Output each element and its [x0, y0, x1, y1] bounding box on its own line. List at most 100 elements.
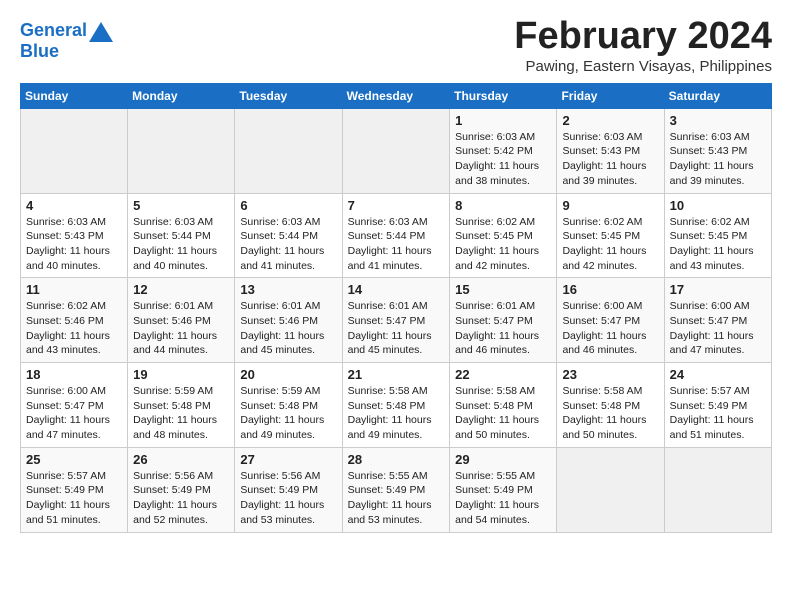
day-number: 19	[133, 367, 229, 382]
day-info: Sunrise: 5:56 AM Sunset: 5:49 PM Dayligh…	[133, 469, 229, 528]
header: General Blue February 2024 Pawing, Easte…	[20, 16, 772, 75]
calendar-cell	[664, 447, 771, 532]
calendar-cell: 24Sunrise: 5:57 AM Sunset: 5:49 PM Dayli…	[664, 363, 771, 448]
day-info: Sunrise: 6:02 AM Sunset: 5:46 PM Dayligh…	[26, 299, 122, 358]
month-title: February 2024	[514, 16, 772, 58]
calendar-cell: 8 Sunrise: 6:02 AM Sunset: 5:45 PM Daylig…	[450, 193, 557, 278]
day-info: Sunrise: 5:56 AM Sunset: 5:49 PM Dayligh…	[240, 469, 336, 528]
calendar-cell: 15 Sunrise: 6:01 AM Sunset: 5:47 PM Dayli…	[450, 278, 557, 363]
day-number: 18	[26, 367, 122, 382]
calendar-cell	[557, 447, 664, 532]
calendar-cell	[342, 108, 450, 193]
day-number: 12	[133, 282, 229, 297]
day-number: 9	[562, 198, 658, 213]
weekday-header-saturday: Saturday	[664, 83, 771, 108]
day-info: Sunrise: 6:03 AM Sunset: 5:44 PM Dayligh…	[348, 215, 445, 274]
day-number: 26	[133, 452, 229, 467]
day-info: Sunrise: 5:58 AM Sunset: 5:48 PM Dayligh…	[562, 384, 658, 443]
calendar-cell: 4 Sunrise: 6:03 AM Sunset: 5:43 PM Daylig…	[21, 193, 128, 278]
calendar-cell	[128, 108, 235, 193]
calendar-cell: 25Sunrise: 5:57 AM Sunset: 5:49 PM Dayli…	[21, 447, 128, 532]
weekday-header-wednesday: Wednesday	[342, 83, 450, 108]
day-info: Sunrise: 6:00 AM Sunset: 5:47 PM Dayligh…	[562, 299, 658, 358]
weekday-header-sunday: Sunday	[21, 83, 128, 108]
day-info: Sunrise: 6:03 AM Sunset: 5:44 PM Dayligh…	[133, 215, 229, 274]
calendar-cell: 16 Sunrise: 6:00 AM Sunset: 5:47 PM Dayli…	[557, 278, 664, 363]
day-info: Sunrise: 6:01 AM Sunset: 5:46 PM Dayligh…	[133, 299, 229, 358]
day-number: 2	[562, 113, 658, 128]
calendar-week-5: 25Sunrise: 5:57 AM Sunset: 5:49 PM Dayli…	[21, 447, 772, 532]
day-number: 11	[26, 282, 122, 297]
calendar-week-1: 1 Sunrise: 6:03 AM Sunset: 5:42 PM Daylig…	[21, 108, 772, 193]
calendar-cell: 5 Sunrise: 6:03 AM Sunset: 5:44 PM Daylig…	[128, 193, 235, 278]
day-number: 4	[26, 198, 122, 213]
calendar-cell: 6 Sunrise: 6:03 AM Sunset: 5:44 PM Daylig…	[235, 193, 342, 278]
day-number: 6	[240, 198, 336, 213]
day-number: 3	[670, 113, 766, 128]
calendar-cell: 28 Sunrise: 5:55 AM Sunset: 5:49 PM Dayli…	[342, 447, 450, 532]
day-info: Sunrise: 6:03 AM Sunset: 5:43 PM Dayligh…	[562, 130, 658, 189]
day-number: 10	[670, 198, 766, 213]
day-number: 14	[348, 282, 445, 297]
day-info: Sunrise: 6:01 AM Sunset: 5:46 PM Dayligh…	[240, 299, 336, 358]
calendar-cell: 27 Sunrise: 5:56 AM Sunset: 5:49 PM Dayli…	[235, 447, 342, 532]
day-number: 16	[562, 282, 658, 297]
calendar-cell	[235, 108, 342, 193]
day-info: Sunrise: 6:02 AM Sunset: 5:45 PM Dayligh…	[455, 215, 551, 274]
day-info: Sunrise: 6:03 AM Sunset: 5:42 PM Dayligh…	[455, 130, 551, 189]
calendar-table: SundayMondayTuesdayWednesdayThursdayFrid…	[20, 83, 772, 533]
calendar-cell: 21Sunrise: 5:58 AM Sunset: 5:48 PM Dayli…	[342, 363, 450, 448]
weekday-header-friday: Friday	[557, 83, 664, 108]
calendar-cell: 7Sunrise: 6:03 AM Sunset: 5:44 PM Daylig…	[342, 193, 450, 278]
day-number: 8	[455, 198, 551, 213]
calendar-cell: 29 Sunrise: 5:55 AM Sunset: 5:49 PM Dayli…	[450, 447, 557, 532]
day-info: Sunrise: 6:00 AM Sunset: 5:47 PM Dayligh…	[26, 384, 122, 443]
calendar-cell: 13 Sunrise: 6:01 AM Sunset: 5:46 PM Dayli…	[235, 278, 342, 363]
location-subtitle: Pawing, Eastern Visayas, Philippines	[514, 58, 772, 75]
day-info: Sunrise: 6:01 AM Sunset: 5:47 PM Dayligh…	[455, 299, 551, 358]
calendar-cell	[21, 108, 128, 193]
calendar-cell: 11 Sunrise: 6:02 AM Sunset: 5:46 PM Dayli…	[21, 278, 128, 363]
calendar-cell: 10Sunrise: 6:02 AM Sunset: 5:45 PM Dayli…	[664, 193, 771, 278]
day-info: Sunrise: 6:00 AM Sunset: 5:47 PM Dayligh…	[670, 299, 766, 358]
day-info: Sunrise: 6:03 AM Sunset: 5:43 PM Dayligh…	[670, 130, 766, 189]
weekday-header-thursday: Thursday	[450, 83, 557, 108]
logo-text: General	[20, 21, 87, 41]
day-info: Sunrise: 5:58 AM Sunset: 5:48 PM Dayligh…	[455, 384, 551, 443]
day-number: 15	[455, 282, 551, 297]
day-number: 27	[240, 452, 336, 467]
day-number: 25	[26, 452, 122, 467]
day-number: 1	[455, 113, 551, 128]
day-info: Sunrise: 5:57 AM Sunset: 5:49 PM Dayligh…	[670, 384, 766, 443]
day-info: Sunrise: 6:03 AM Sunset: 5:43 PM Dayligh…	[26, 215, 122, 274]
calendar-cell: 23 Sunrise: 5:58 AM Sunset: 5:48 PM Dayli…	[557, 363, 664, 448]
calendar-week-4: 18 Sunrise: 6:00 AM Sunset: 5:47 PM Dayli…	[21, 363, 772, 448]
day-info: Sunrise: 6:02 AM Sunset: 5:45 PM Dayligh…	[562, 215, 658, 274]
day-info: Sunrise: 5:59 AM Sunset: 5:48 PM Dayligh…	[240, 384, 336, 443]
calendar-cell: 3 Sunrise: 6:03 AM Sunset: 5:43 PM Daylig…	[664, 108, 771, 193]
day-info: Sunrise: 5:55 AM Sunset: 5:49 PM Dayligh…	[348, 469, 445, 528]
calendar-cell: 1 Sunrise: 6:03 AM Sunset: 5:42 PM Daylig…	[450, 108, 557, 193]
calendar-cell: 26 Sunrise: 5:56 AM Sunset: 5:49 PM Dayli…	[128, 447, 235, 532]
calendar-week-3: 11 Sunrise: 6:02 AM Sunset: 5:46 PM Dayli…	[21, 278, 772, 363]
calendar-cell: 17 Sunrise: 6:00 AM Sunset: 5:47 PM Dayli…	[664, 278, 771, 363]
calendar-cell: 9 Sunrise: 6:02 AM Sunset: 5:45 PM Daylig…	[557, 193, 664, 278]
day-info: Sunrise: 6:01 AM Sunset: 5:47 PM Dayligh…	[348, 299, 445, 358]
logo-blue: Blue	[20, 42, 113, 62]
calendar-cell: 14 Sunrise: 6:01 AM Sunset: 5:47 PM Dayli…	[342, 278, 450, 363]
calendar-cell: 12 Sunrise: 6:01 AM Sunset: 5:46 PM Dayli…	[128, 278, 235, 363]
calendar-cell: 22 Sunrise: 5:58 AM Sunset: 5:48 PM Dayli…	[450, 363, 557, 448]
day-number: 29	[455, 452, 551, 467]
day-number: 22	[455, 367, 551, 382]
weekday-header-tuesday: Tuesday	[235, 83, 342, 108]
day-number: 5	[133, 198, 229, 213]
day-number: 17	[670, 282, 766, 297]
day-number: 23	[562, 367, 658, 382]
calendar-header-row: SundayMondayTuesdayWednesdayThursdayFrid…	[21, 83, 772, 108]
day-info: Sunrise: 6:03 AM Sunset: 5:44 PM Dayligh…	[240, 215, 336, 274]
day-info: Sunrise: 5:55 AM Sunset: 5:49 PM Dayligh…	[455, 469, 551, 528]
calendar-cell: 19Sunrise: 5:59 AM Sunset: 5:48 PM Dayli…	[128, 363, 235, 448]
day-number: 28	[348, 452, 445, 467]
day-number: 13	[240, 282, 336, 297]
logo-general: General	[20, 20, 87, 40]
